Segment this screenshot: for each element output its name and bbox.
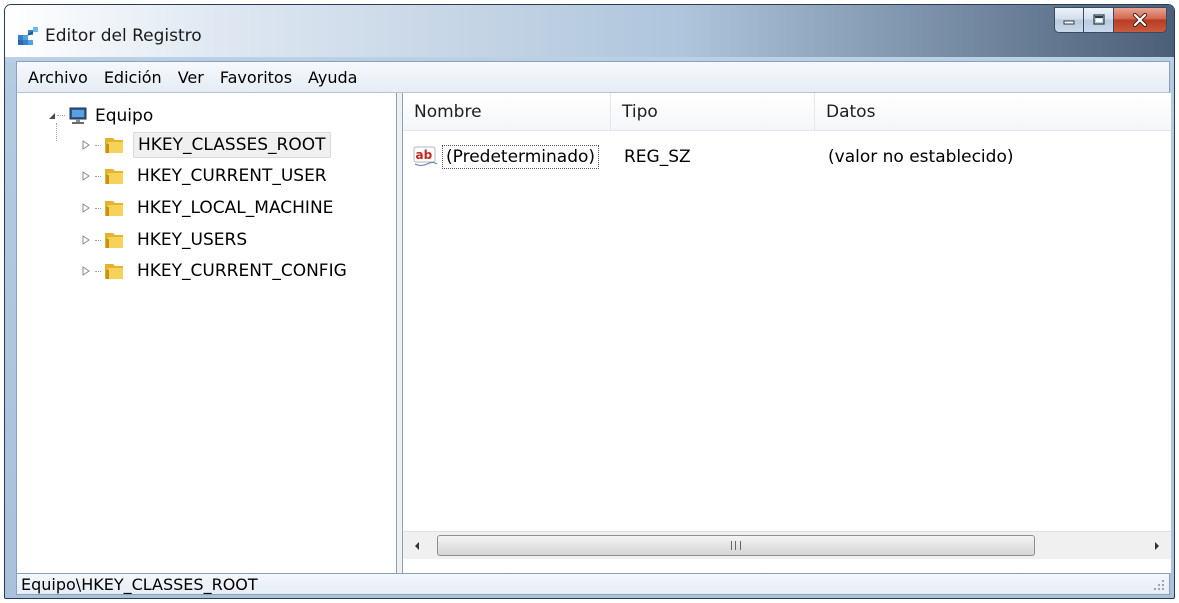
caption-buttons: [1054, 7, 1167, 33]
tree-item-hkey-current-user[interactable]: HKEY_CURRENT_USER: [81, 161, 331, 191]
values-list-pane[interactable]: Nombre Tipo Datos ab (Predeterminado) RE…: [403, 93, 1171, 573]
arrow-left-icon: [415, 542, 419, 550]
value-data-cell: (valor no establecido): [828, 147, 1014, 167]
menu-archivo[interactable]: Archivo: [27, 66, 89, 89]
key-tree-pane[interactable]: Equipo HKEY_CLASSES_ROOT HKEY_CURRENT_US…: [17, 93, 397, 573]
tree-item-hkey-users[interactable]: HKEY_USERS: [81, 225, 251, 255]
collapsed-triangle-icon[interactable]: [81, 266, 91, 276]
scroll-right-button[interactable]: [1143, 532, 1171, 560]
regedit-icon: [18, 27, 38, 45]
tree-label: Equipo: [95, 106, 154, 126]
collapsed-triangle-icon[interactable]: [81, 140, 91, 150]
close-icon: [1133, 13, 1147, 27]
horizontal-scrollbar[interactable]: [403, 531, 1171, 559]
tree-connector: [95, 207, 101, 209]
status-path: Equipo\HKEY_CLASSES_ROOT: [21, 574, 258, 594]
menu-ver[interactable]: Ver: [177, 66, 205, 89]
tree-connector: [95, 144, 101, 146]
column-label: Datos: [826, 101, 876, 122]
collapsed-triangle-icon[interactable]: [81, 171, 91, 181]
tree-label: HKEY_USERS: [137, 230, 248, 250]
collapsed-triangle-icon[interactable]: [81, 203, 91, 213]
column-label: Nombre: [414, 101, 482, 122]
title-bar[interactable]: Editor del Registro: [5, 5, 1174, 57]
column-label: Tipo: [622, 101, 658, 122]
computer-icon: [69, 107, 87, 124]
folder-icon: [105, 169, 123, 184]
value-name: (Predeterminado): [442, 145, 600, 169]
resize-grip-icon[interactable]: [1153, 579, 1165, 591]
menu-edicion[interactable]: Edición: [103, 66, 163, 89]
tree-item-hkey-current-config[interactable]: HKEY_CURRENT_CONFIG: [81, 256, 351, 286]
arrow-right-icon: [1155, 542, 1159, 550]
window-title: Editor del Registro: [45, 26, 202, 46]
tree-connector: [95, 270, 101, 272]
folder-icon: [105, 233, 123, 248]
minimize-icon: [1063, 20, 1075, 25]
column-header-datos[interactable]: Datos: [815, 93, 1171, 131]
value-type-cell: REG_SZ: [624, 147, 691, 167]
tree-label: HKEY_LOCAL_MACHINE: [137, 198, 334, 218]
expanded-triangle-icon[interactable]: [47, 111, 57, 121]
tree-item-hkey-classes-root[interactable]: HKEY_CLASSES_ROOT: [81, 130, 331, 160]
collapsed-triangle-icon[interactable]: [81, 235, 91, 245]
tree-label: HKEY_CURRENT_USER: [137, 166, 327, 186]
menu-favoritos[interactable]: Favoritos: [219, 66, 293, 89]
maximize-icon: [1092, 14, 1105, 25]
tree-label: HKEY_CLASSES_ROOT: [133, 132, 331, 158]
folder-icon: [105, 138, 123, 153]
minimize-button[interactable]: [1054, 7, 1084, 33]
tree-label: HKEY_CURRENT_CONFIG: [137, 261, 347, 281]
svg-text:ab: ab: [416, 148, 433, 162]
value-row[interactable]: ab (Predeterminado) REG_SZ (valor no est…: [403, 143, 1171, 171]
scroll-left-button[interactable]: [403, 532, 431, 560]
tree-item-equipo[interactable]: Equipo: [47, 103, 153, 129]
value-name-cell: ab (Predeterminado): [413, 143, 600, 171]
tree-connector: [95, 239, 101, 241]
string-value-icon: ab: [413, 146, 438, 166]
column-header-tipo[interactable]: Tipo: [611, 93, 815, 131]
close-button[interactable]: [1114, 7, 1167, 33]
tree-connector: [95, 175, 101, 177]
column-header-nombre[interactable]: Nombre: [403, 93, 611, 131]
menu-ayuda[interactable]: Ayuda: [307, 66, 358, 89]
registry-editor-window: Editor del Registro Archivo Edición Ver …: [4, 4, 1175, 599]
tree-item-hkey-local-machine[interactable]: HKEY_LOCAL_MACHINE: [81, 193, 337, 223]
maximize-button[interactable]: [1084, 7, 1114, 33]
grip-icon: [731, 541, 741, 550]
menu-bar: Archivo Edición Ver Favoritos Ayuda: [16, 61, 1170, 93]
main-content: Equipo HKEY_CLASSES_ROOT HKEY_CURRENT_US…: [16, 93, 1171, 573]
folder-icon: [105, 201, 123, 216]
scroll-thumb[interactable]: [437, 535, 1035, 556]
status-bar: Equipo\HKEY_CLASSES_ROOT: [16, 573, 1170, 595]
folder-icon: [105, 264, 123, 279]
